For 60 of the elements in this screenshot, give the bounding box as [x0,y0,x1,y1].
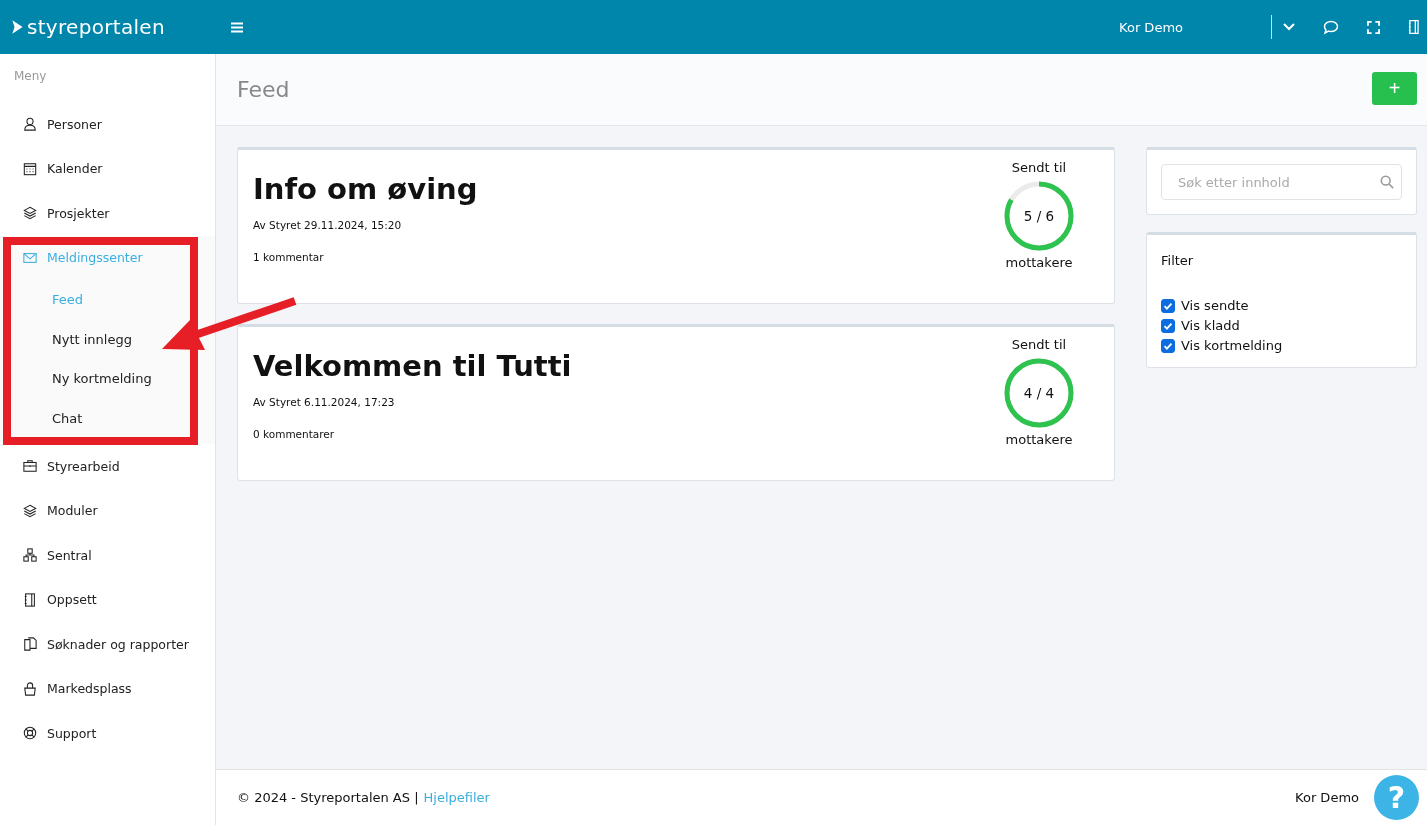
checkbox-label: Vis kladd [1181,318,1240,333]
copyright-text: © 2024 - Styreportalen AS | [237,790,419,805]
checkmark-icon [1163,300,1173,311]
sidebar-item[interactable]: Styrearbeid [0,444,215,489]
sidebar-item[interactable]: Markedsplass [0,666,215,711]
checkbox[interactable] [1161,298,1175,313]
submenu-item[interactable]: Chat [0,398,215,438]
chat-icon[interactable] [1323,19,1339,35]
recipients-label: mottakere [1005,255,1073,270]
menu-heading: Meny [13,68,48,85]
post-meta: Av Styret 29.11.2024, 15:20 [253,219,403,231]
post-title[interactable]: Velkommen til Tutti [253,349,949,383]
checkbox-label: Vis sendte [1181,298,1249,313]
layers-icon [23,503,37,518]
chevron-logo-icon [11,19,25,35]
nodes-icon [23,548,37,563]
user-name[interactable]: Kor Demo [1119,19,1183,35]
recipient-count: 5 / 6 [1023,208,1055,224]
comment-count: 0 kommentarer [253,428,336,440]
filter-title: Filter [1161,253,1195,268]
post-title[interactable]: Info om øving [253,172,949,206]
sidebar-item[interactable]: Kalender [0,146,215,191]
layers-icon [23,206,37,221]
search-icon [1380,175,1394,189]
sidebar-item[interactable]: Personer [0,102,215,147]
calendar-icon [23,161,37,176]
checkbox[interactable] [1161,338,1175,353]
person-icon [23,117,37,132]
book-icon [23,592,37,607]
mail-icon [23,250,37,265]
fullscreen-icon[interactable] [1367,20,1380,34]
lifebuoy-icon [23,726,37,741]
bag-icon [23,681,37,696]
sidebar-item[interactable]: Prosjekter [0,191,215,236]
menu-icon[interactable] [231,21,243,33]
checkbox[interactable] [1161,318,1175,333]
sidebar-item[interactable]: Support [0,711,215,756]
docs-icon [23,637,37,652]
sidebar-item[interactable]: Søknader og rapporter [0,622,215,667]
sidebar-item[interactable]: Moduler [0,488,215,533]
page-title: Feed [237,77,291,102]
search-field[interactable]: Søk etter innhold [1161,164,1402,200]
recipient-count: 4 / 4 [1023,385,1055,401]
footer-user-name: Kor Demo [1295,790,1359,805]
checkbox-label: Vis kortmelding [1181,338,1283,353]
submenu-item[interactable]: Nytt innlegg [0,319,215,359]
notebook-icon[interactable] [1408,19,1419,35]
logo-text: styreportalen [27,15,165,39]
briefcase-icon [23,459,37,474]
submenu-item[interactable]: Ny kortmelding [0,359,215,399]
post-meta: Av Styret 6.11.2024, 17:23 [253,396,396,408]
sidebar-item[interactable]: Sentral [0,533,215,578]
sent-label: Sendt til [1011,337,1067,352]
chevron-down-icon[interactable] [1283,23,1295,31]
recipients-label: mottakere [1005,432,1073,447]
checkmark-icon [1163,340,1173,351]
checkmark-icon [1163,320,1173,331]
sidebar-item[interactable]: Oppsett [0,577,215,622]
comment-count: 1 kommentar [253,251,325,263]
sent-label: Sendt til [1011,160,1067,175]
